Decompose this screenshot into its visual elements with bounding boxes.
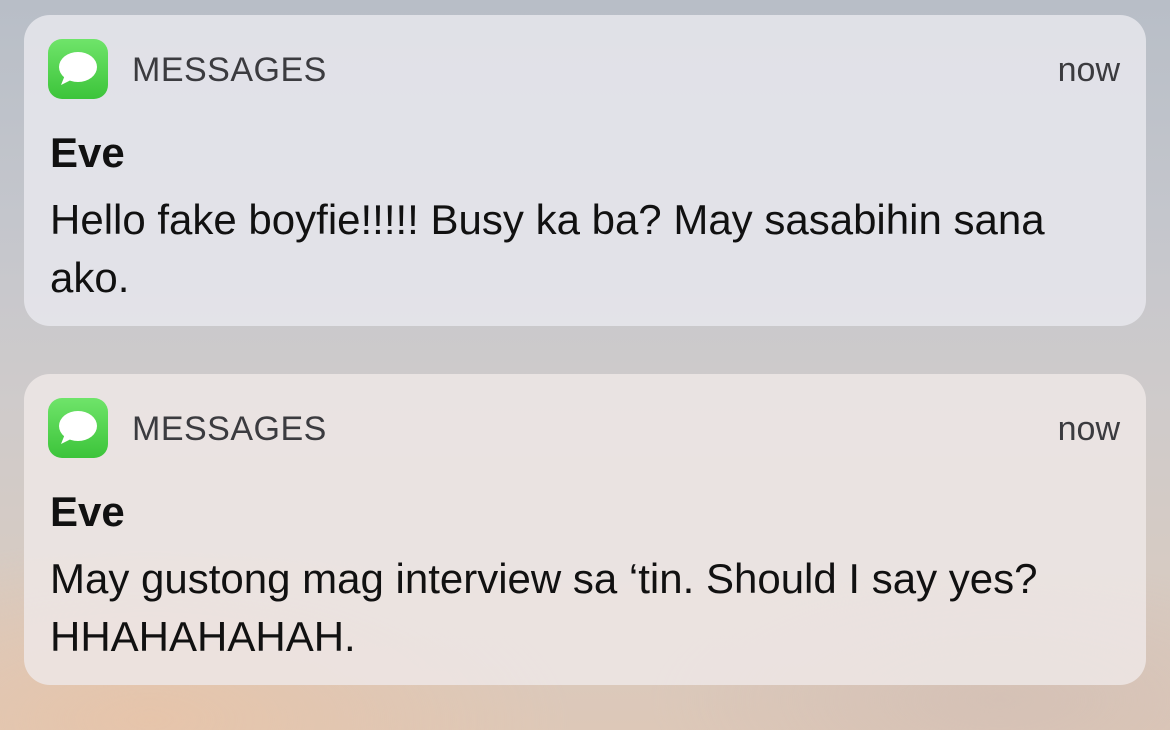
sender-name: Eve bbox=[50, 129, 125, 176]
notification-time: now bbox=[1057, 51, 1120, 89]
app-name: MESSAGES bbox=[132, 410, 327, 448]
messages-icon bbox=[48, 398, 108, 458]
notification-card[interactable]: MESSAGES now Eve Hello fake boyfie!!!!! … bbox=[24, 15, 1146, 326]
messages-icon bbox=[48, 39, 108, 99]
notification-card[interactable]: MESSAGES now Eve May gustong mag intervi… bbox=[24, 374, 1146, 685]
app-name: MESSAGES bbox=[132, 51, 327, 89]
sender-name: Eve bbox=[50, 488, 125, 535]
notification-time: now bbox=[1057, 410, 1120, 448]
message-preview: May gustong mag interview sa ‘tin. Shoul… bbox=[50, 555, 1038, 660]
message-preview: Hello fake boyfie!!!!! Busy ka ba? May s… bbox=[50, 196, 1045, 301]
